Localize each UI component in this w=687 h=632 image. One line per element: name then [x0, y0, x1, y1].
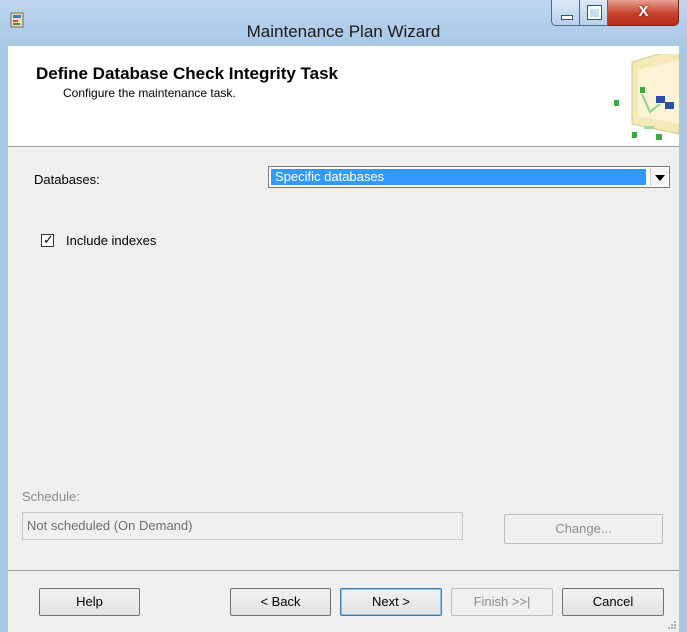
- minimize-button[interactable]: [551, 0, 580, 26]
- next-button[interactable]: Next >: [340, 588, 442, 616]
- schedule-field: Not scheduled (On Demand): [22, 512, 463, 540]
- page-subtitle: Configure the maintenance task.: [63, 86, 236, 100]
- resize-grip-icon[interactable]: [667, 620, 677, 630]
- wizard-header: Define Database Check Integrity Task Con…: [8, 46, 679, 147]
- databases-selected-value: Specific databases: [271, 169, 646, 185]
- databases-dropdown[interactable]: Specific databases: [268, 166, 670, 188]
- close-button[interactable]: X: [608, 0, 679, 26]
- minimize-icon: [561, 15, 573, 20]
- back-button[interactable]: < Back: [230, 588, 331, 616]
- help-button[interactable]: Help: [39, 588, 140, 616]
- chevron-down-icon[interactable]: [650, 168, 668, 186]
- footer-divider: [8, 570, 679, 571]
- task-graphic-icon: [614, 54, 679, 140]
- wizard-client-area: Define Database Check Integrity Task Con…: [8, 46, 679, 632]
- databases-label: Databases:: [34, 172, 100, 187]
- maximize-icon: [587, 5, 602, 20]
- schedule-label: Schedule:: [22, 489, 80, 504]
- finish-button[interactable]: Finish >>|: [451, 588, 553, 616]
- close-icon: X: [638, 3, 649, 20]
- include-indexes-checkbox[interactable]: ✓: [41, 232, 54, 247]
- change-schedule-button[interactable]: Change...: [504, 514, 663, 544]
- checkmark-icon: ✓: [43, 232, 54, 247]
- wizard-window: Maintenance Plan Wizard X Define Databas…: [0, 0, 687, 632]
- maximize-button[interactable]: [580, 0, 608, 26]
- include-indexes-label[interactable]: Include indexes: [66, 233, 156, 248]
- title-bar[interactable]: Maintenance Plan Wizard X: [0, 0, 687, 46]
- page-title: Define Database Check Integrity Task: [36, 64, 339, 83]
- cancel-button[interactable]: Cancel: [562, 588, 664, 616]
